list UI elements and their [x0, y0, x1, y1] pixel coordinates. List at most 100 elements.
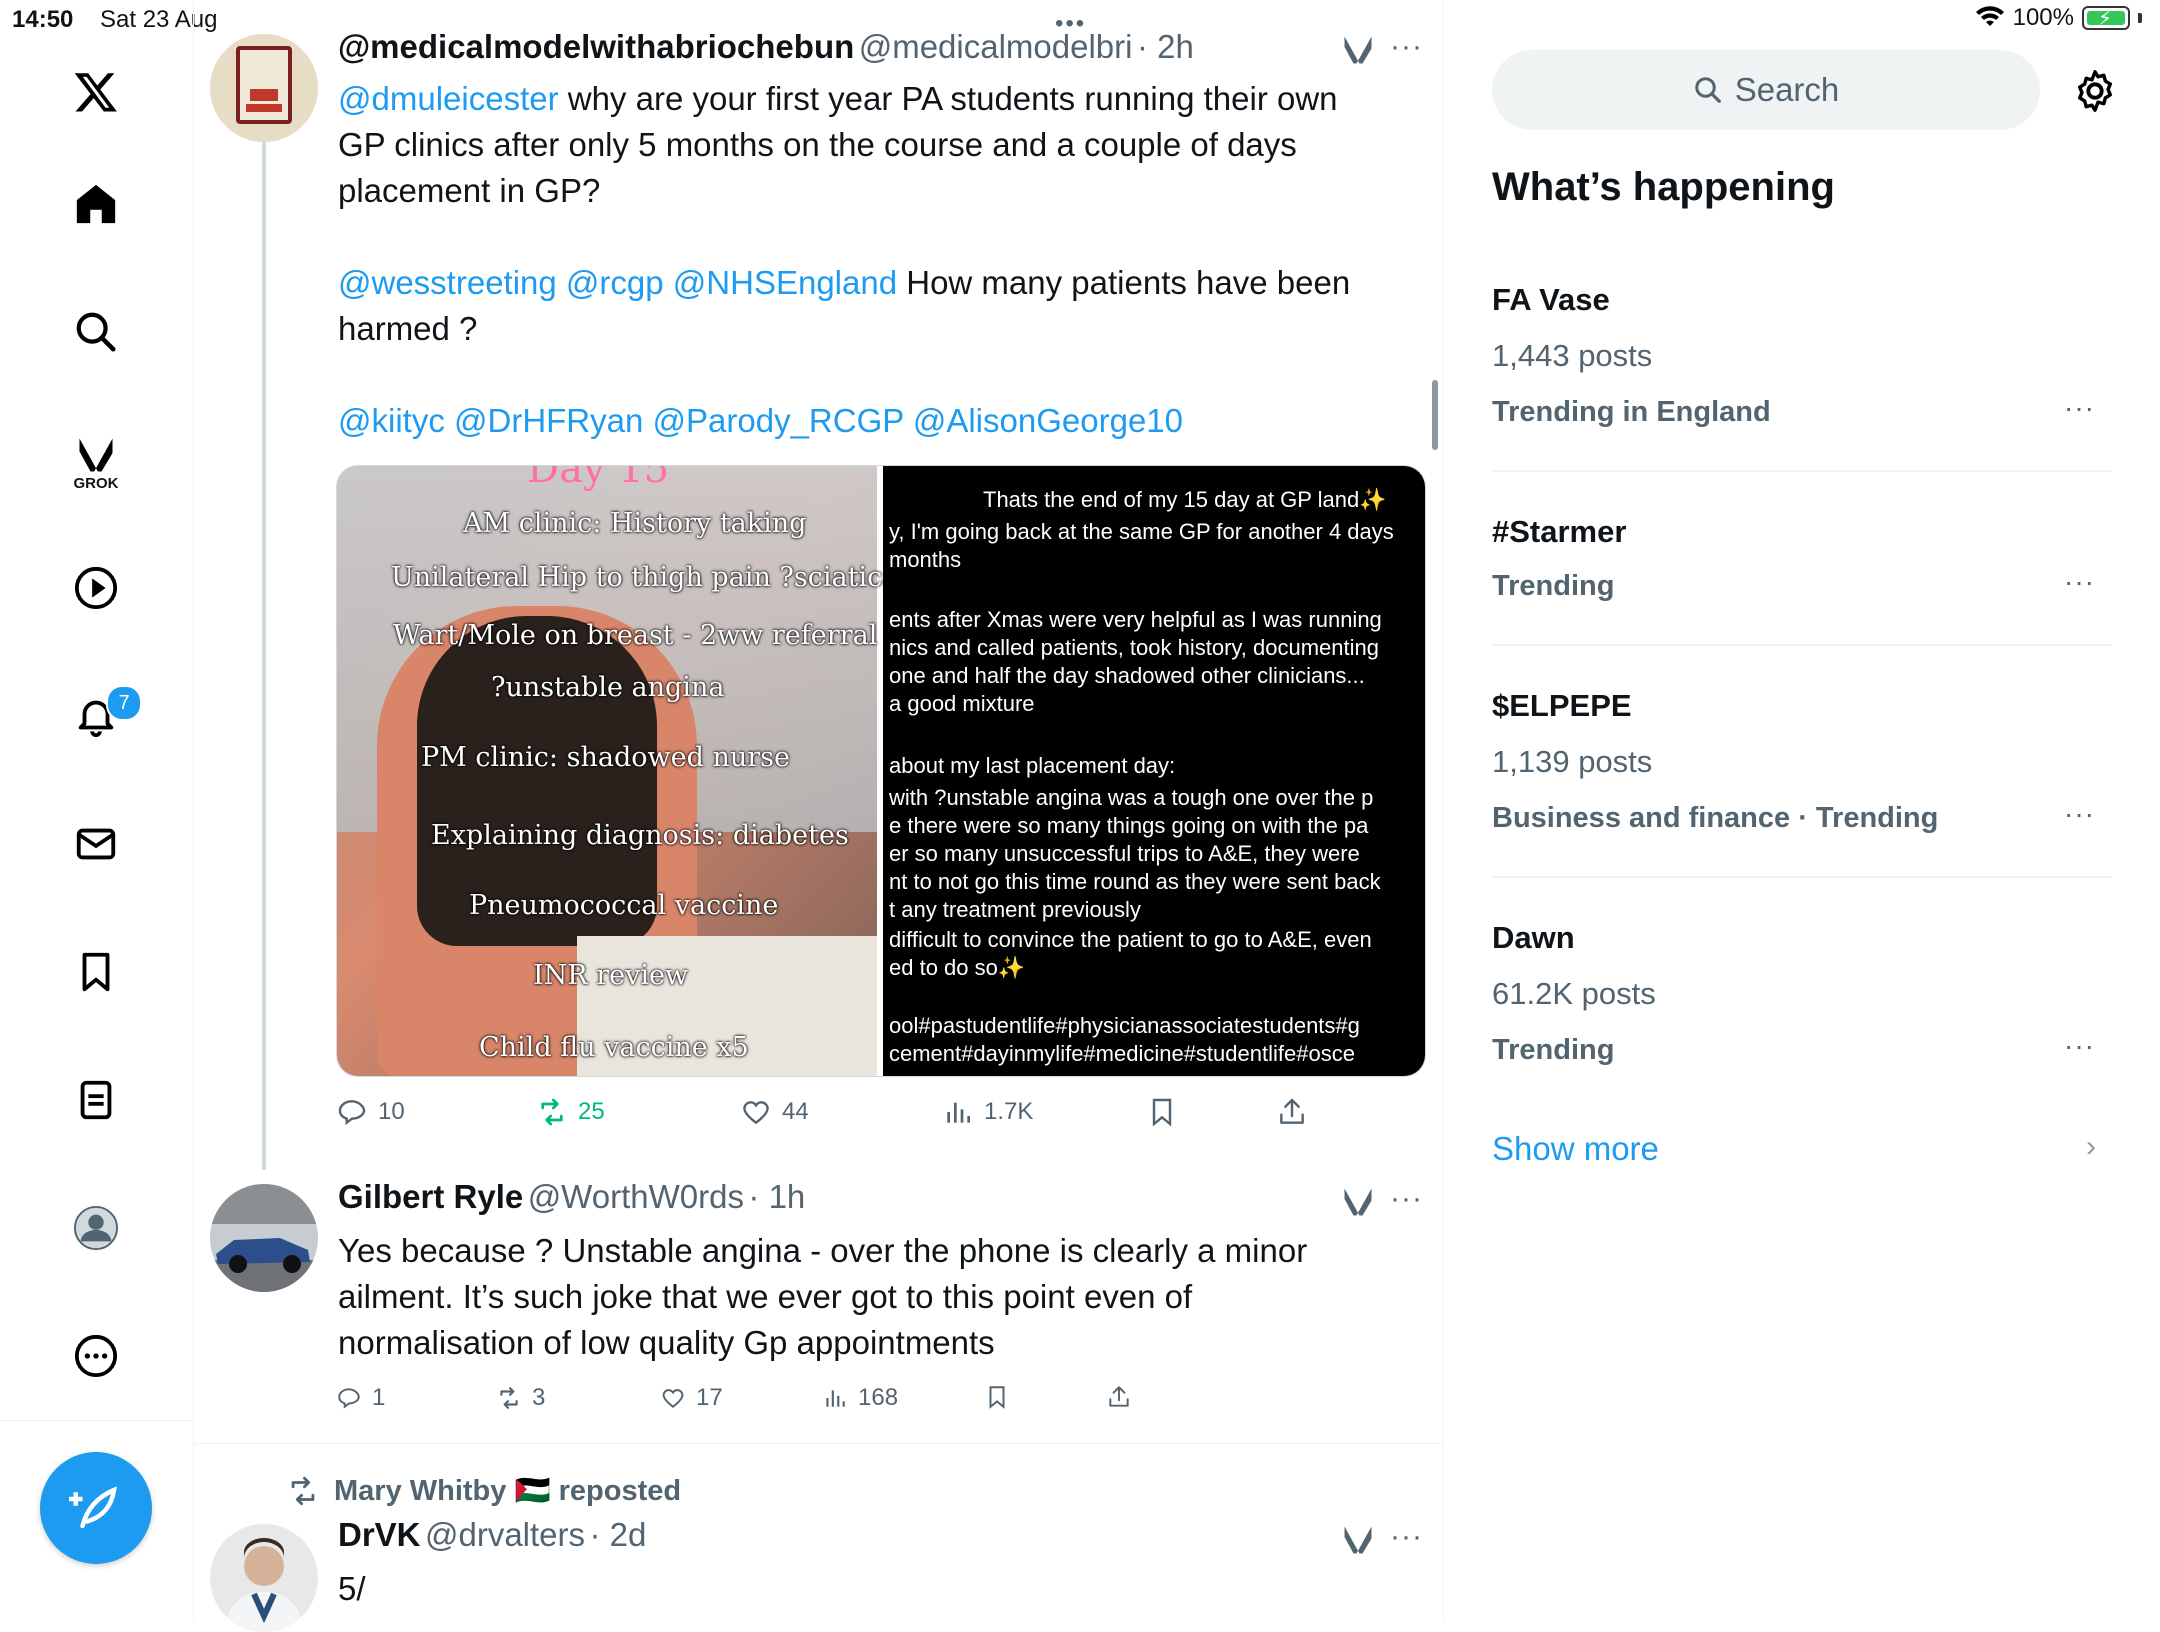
reply-count: 10	[378, 1098, 405, 1125]
author-name[interactable]: Gilbert Ryle	[338, 1178, 523, 1215]
bookmark-button[interactable]	[984, 1384, 1010, 1410]
trend-context: Trending	[1492, 570, 1615, 602]
notifications-badge: 7	[106, 685, 142, 721]
grok-label: GROK	[73, 474, 119, 492]
view-count: 1.7K	[984, 1098, 1034, 1125]
views-button[interactable]: 168	[822, 1384, 898, 1412]
home-icon[interactable]	[66, 174, 126, 234]
reply-button[interactable]: 1	[336, 1384, 385, 1412]
trend-divider	[1492, 470, 2112, 472]
post-time[interactable]: · 2h	[1137, 28, 1194, 65]
settings-gear-icon[interactable]	[2072, 68, 2118, 114]
trend-more-options-icon[interactable]: ···	[2064, 798, 2095, 830]
repost-indicator[interactable]: Mary Whitby 🇵🇸 reposted	[286, 1474, 681, 1508]
repost-icon	[500, 1387, 518, 1409]
trend-more-options-icon[interactable]: ···	[2064, 1030, 2095, 1062]
avatar[interactable]	[210, 1184, 318, 1292]
bookmark-icon	[1152, 1098, 1172, 1127]
author-handle[interactable]: @medicalmodelbri	[859, 28, 1133, 65]
share-icon	[1280, 1098, 1304, 1124]
share-button[interactable]	[1106, 1384, 1132, 1410]
like-count: 17	[696, 1384, 723, 1411]
avatar[interactable]	[210, 1524, 318, 1632]
x-logo-icon[interactable]	[66, 62, 126, 122]
compose-feather-icon	[69, 1486, 117, 1529]
post-more-options-icon[interactable]: ···	[1390, 1520, 1423, 1554]
show-more-link[interactable]: Show more	[1492, 1130, 1659, 1168]
trend-context: Business and finance · Trending	[1492, 802, 1939, 834]
author-name[interactable]: DrVK	[338, 1516, 421, 1553]
author-handle[interactable]: @WorthW0rds	[528, 1178, 744, 1215]
explore-search-icon[interactable]	[66, 302, 126, 362]
gmc-badge-avatar-image	[210, 34, 318, 142]
media-image-right[interactable]: Thats the end of my 15 day at GP land✨ y…	[883, 466, 1425, 1076]
post-more-options-icon[interactable]: ···	[1390, 30, 1423, 64]
analytics-icon	[826, 1390, 845, 1407]
grok-explain-icon[interactable]	[1340, 1522, 1376, 1558]
post-time[interactable]: · 2d	[589, 1516, 646, 1553]
share-button[interactable]	[1276, 1096, 1308, 1128]
author-handle[interactable]: @drvalters	[425, 1516, 585, 1553]
analytics-icon	[947, 1102, 970, 1123]
media-image-left[interactable]: Day 15 AM clinic: History taking Unilate…	[337, 465, 898, 1076]
grok-explain-icon[interactable]	[1340, 32, 1376, 68]
heart-icon	[743, 1101, 769, 1125]
trend-post-count: 1,443 posts	[1492, 338, 1653, 373]
repost-icon	[541, 1098, 563, 1126]
tweet-header: DrVK @drvalters · 2d	[338, 1516, 646, 1554]
bookmarks-icon[interactable]	[66, 942, 126, 1002]
chevron-right-icon: ›	[2086, 1130, 2096, 1163]
post-time[interactable]: · 1h	[748, 1178, 805, 1215]
trend-title[interactable]: FA Vase	[1492, 282, 1610, 318]
grok-icon[interactable]: GROK	[66, 422, 126, 502]
bookmark-icon	[989, 1386, 1005, 1409]
mention-links[interactable]: @kiityc @DrHFRyan @Parody_RCGP @AlisonGe…	[338, 398, 1428, 444]
left-navigation: GROK 7	[0, 0, 194, 1620]
search-placeholder: Search	[1734, 71, 1840, 108]
search-icon	[1694, 77, 1721, 103]
video-play-icon[interactable]	[66, 558, 126, 618]
post-text: Yes because ? Unstable angina - over the…	[338, 1232, 1308, 1361]
like-button[interactable]: 17	[660, 1384, 723, 1412]
trend-title[interactable]: #Starmer	[1492, 514, 1626, 550]
thread-connector-line	[262, 130, 266, 1170]
messages-mail-icon[interactable]	[66, 814, 126, 874]
repost-button[interactable]: 3	[496, 1384, 545, 1412]
trend-title[interactable]: Dawn	[1492, 920, 1575, 956]
share-icon	[1109, 1386, 1129, 1407]
heart-icon	[662, 1389, 684, 1408]
doctor-avatar-image	[210, 1524, 318, 1632]
tweet-header: Gilbert Ryle @WorthW0rds · 1h	[338, 1178, 805, 1216]
reply-button[interactable]: 10	[336, 1096, 405, 1128]
trend-context: Trending in England	[1492, 396, 1771, 428]
media-overlay-header: Day 15	[527, 465, 670, 492]
grok-explain-icon[interactable]	[1340, 1184, 1376, 1220]
reply-icon	[338, 1100, 366, 1126]
trend-title[interactable]: $ELPEPE	[1492, 688, 1632, 724]
more-menu-icon[interactable]	[66, 1326, 126, 1386]
post-media-grid[interactable]: Day 15 AM clinic: History taking Unilate…	[336, 465, 1426, 1077]
repost-count: 25	[578, 1098, 605, 1125]
scrollbar-thumb[interactable]	[1432, 380, 1438, 450]
profile-avatar-icon[interactable]	[66, 1198, 126, 1258]
views-button[interactable]: 1.7K	[942, 1096, 1033, 1128]
mention-link[interactable]: @dmuleicester	[338, 80, 559, 117]
avatar[interactable]	[210, 34, 318, 142]
compose-post-button[interactable]	[40, 1452, 152, 1564]
bookmark-button[interactable]	[1146, 1096, 1178, 1128]
repost-icon	[291, 1476, 315, 1506]
lists-icon[interactable]	[66, 1070, 126, 1130]
reply-icon	[338, 1388, 360, 1409]
post-text: @dmuleicester why are your first year PA…	[338, 76, 1428, 444]
mention-links[interactable]: @wesstreeting @rcgp @NHSEngland	[338, 264, 897, 301]
repost-button[interactable]: 25	[536, 1096, 605, 1128]
post-text: 5/	[338, 1570, 366, 1607]
trend-more-options-icon[interactable]: ···	[2064, 566, 2095, 598]
trend-more-options-icon[interactable]: ···	[2064, 392, 2095, 424]
search-input[interactable]: Search	[1492, 50, 2040, 130]
trend-divider	[1492, 644, 2112, 646]
like-button[interactable]: 44	[740, 1096, 809, 1128]
post-more-options-icon[interactable]: ···	[1390, 1182, 1423, 1216]
author-name[interactable]: @medicalmodelwithabriochebun	[338, 28, 854, 65]
trend-post-count: 61.2K posts	[1492, 976, 1656, 1011]
